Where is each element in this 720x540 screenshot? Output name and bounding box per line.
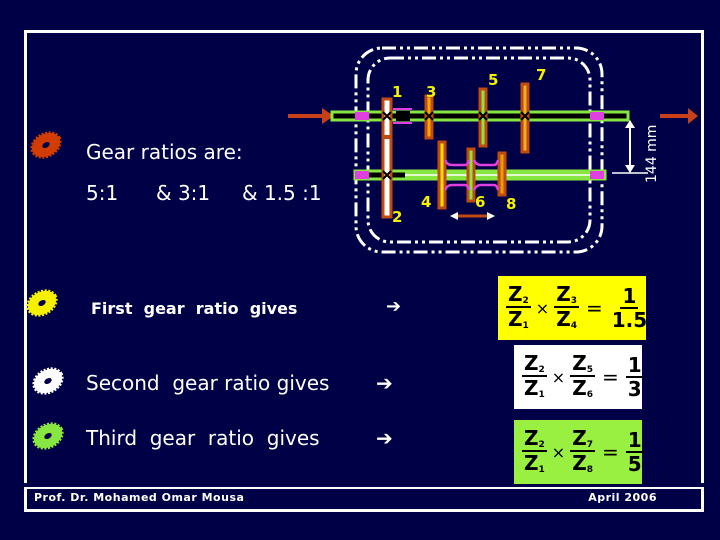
gear-label-6: 6 <box>475 193 485 211</box>
input-arrow-icon <box>288 108 334 124</box>
shift-arrow-icon <box>450 212 495 220</box>
gear-4 <box>437 140 447 210</box>
dimension-marker <box>612 120 648 174</box>
gear-label-2: 2 <box>392 208 402 226</box>
gear-label-4: 4 <box>421 193 431 211</box>
gear-label-8: 8 <box>506 195 516 213</box>
gear-label-1: 1 <box>392 83 402 101</box>
gear-label-7: 7 <box>536 66 546 84</box>
gear-8 <box>497 151 507 197</box>
footer-date: April 2006 <box>588 491 657 504</box>
footer-bar: Prof. Dr. Mohamed Omar Mousa April 2006 <box>24 487 704 512</box>
gear-label-5: 5 <box>488 71 498 89</box>
dimension-label: 144 mm <box>644 125 660 183</box>
gearbox-diagram: 144 mm 1 2 3 4 5 6 7 8 <box>288 46 698 254</box>
footer-author: Prof. Dr. Mohamed Omar Mousa <box>34 491 245 504</box>
gear-6 <box>466 147 476 203</box>
gear-label-3: 3 <box>426 83 436 101</box>
output-arrow-icon <box>660 108 698 124</box>
